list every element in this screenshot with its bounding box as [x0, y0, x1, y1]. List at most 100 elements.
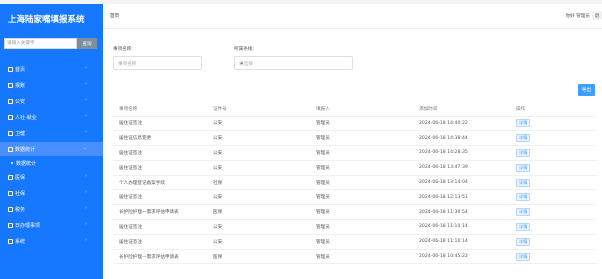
cell-time: 2024-06-18 13:14:04	[419, 175, 516, 191]
cell-user: 管理员	[316, 249, 419, 265]
cell-time: 2024-06-18 10:45:22	[419, 249, 516, 265]
cell-item-name: 居住证签注	[113, 189, 213, 206]
chevron-right-icon: ›	[85, 129, 87, 135]
cell-id: 公安	[213, 130, 316, 147]
sidebar-item-employment[interactable]: 人社-就业 ›	[0, 110, 103, 124]
people-icon	[8, 114, 13, 120]
sidebar-item-home[interactable]: 首页 ›	[0, 62, 103, 76]
chevron-right-icon: ›	[85, 113, 87, 119]
table-row: 居住证签注 公安 管理员 2024-06-18 14:28:35 详情	[113, 145, 597, 161]
name-filter-placeholder: 事项名称	[118, 62, 137, 67]
app-title: 上海陆家嘴填报系统	[8, 15, 85, 25]
sidebar-item-system[interactable]: 系统 ›	[0, 234, 103, 248]
table-row: 长护险护理—需求评估申请表 医保 管理员 2024-06-18 10:45:22 详情	[113, 249, 597, 265]
sidebar-item-daily[interactable]: 日办理事项 ›	[0, 218, 103, 232]
cell-user: 管理员	[316, 219, 419, 235]
table-row: 长护险护理—需求评估申请表 医保 管理员 2024-06-18 11:30:54 详情	[113, 204, 597, 221]
column-header: 填报人	[316, 103, 419, 117]
sidebar-item-health[interactable]: 卫健 ›	[0, 126, 103, 140]
top-header: 首页 你好 管理员 退	[103, 4, 602, 29]
cell-user: 管理员	[316, 130, 419, 147]
table-row: 居住证签注 公安 管理员 2024-06-18 11:10:14 详情	[113, 234, 597, 250]
logout-button[interactable]: 退	[592, 11, 602, 20]
sidebar-item-social[interactable]: 社保 ›	[0, 186, 103, 200]
cell-id: 公安	[213, 234, 316, 250]
detail-button[interactable]: 详情	[516, 178, 531, 187]
chevron-right-icon: ›	[85, 221, 87, 227]
cell-id: 公安	[213, 160, 316, 176]
records-table: 事项名称 证件号 填报人 添加时间 操作 居住证签注 公安 管理员 2024-06-1…	[113, 103, 597, 265]
cell-id: 公安	[213, 219, 316, 235]
detail-button[interactable]: 详情	[516, 222, 531, 231]
medical-icon	[8, 174, 13, 180]
sidebar-item-statistics[interactable]: 数据统计 ⌄	[0, 142, 103, 156]
dept-filter-select[interactable]: 请选择 ⌄	[234, 56, 353, 70]
home-icon	[8, 66, 13, 72]
cell-id: 公安	[213, 145, 316, 161]
column-header: 添加时间	[419, 103, 516, 117]
sidebar-item-report[interactable]: 报账 ›	[0, 78, 103, 92]
cell-user: 管理员	[316, 116, 419, 132]
sidebar-search-button[interactable]: 查询	[77, 38, 97, 49]
detail-button[interactable]: 详情	[516, 134, 531, 143]
cell-user: 管理员	[316, 204, 419, 221]
cell-id: 社保	[213, 175, 316, 191]
table-row: 个人办理登记备案手续 社保 管理员 2024-06-18 13:14:04 详情	[113, 175, 597, 191]
cell-item-name: 长护险护理—需求评估申请表	[113, 204, 213, 221]
table-row: 居住证签注 公安 管理员 2024-06-18 14:40:22 详情	[113, 116, 597, 132]
detail-button[interactable]: 详情	[516, 193, 531, 202]
chevron-right-icon: ›	[85, 189, 87, 195]
cell-item-name: 居住证信息变更	[113, 130, 213, 147]
column-header: 操作	[516, 103, 597, 117]
cell-item-name: 居住证签注	[113, 145, 213, 161]
detail-button[interactable]: 详情	[516, 208, 531, 217]
table-header-row: 事项名称 证件号 填报人 添加时间 操作	[113, 103, 597, 117]
cell-id: 医保	[213, 249, 316, 265]
file-icon	[8, 82, 13, 88]
cell-time: 2024-06-18 13:47:39	[419, 160, 516, 176]
cell-time: 2024-06-18 12:13:51	[419, 189, 516, 206]
cell-user: 管理员	[316, 145, 419, 161]
cell-time: 2024-06-18 11:30:54	[419, 204, 516, 221]
chevron-right-icon: ›	[85, 81, 87, 87]
detail-button[interactable]: 详情	[516, 163, 531, 172]
detail-button[interactable]: 详情	[516, 119, 531, 128]
column-header: 证件号	[213, 103, 316, 117]
table-row: 居住证信息变更 公安 管理员 2024-06-18 14:38:44 详情	[113, 130, 597, 147]
sidebar-search-placeholder: 请输入关键字	[7, 41, 35, 46]
detail-button[interactable]: 详情	[516, 148, 531, 157]
chevron-right-icon: ›	[85, 97, 87, 103]
detail-button[interactable]: 详情	[516, 252, 531, 261]
sidebar-search-input[interactable]: 请输入关键字	[4, 38, 77, 49]
table-row: 居住证签注 公安 管理员 2024-06-18 13:47:39 详情	[113, 160, 597, 176]
calendar-icon	[8, 222, 13, 228]
cell-item-name: 居住证签注	[113, 234, 213, 250]
dept-filter-label: 所属条线:	[234, 47, 254, 52]
cell-item-name: 居住证签注	[113, 116, 213, 132]
export-button[interactable]: 导出	[578, 84, 595, 96]
cell-id: 公安	[213, 189, 316, 206]
chevron-right-icon: ›	[85, 237, 87, 243]
cell-time: 2024-06-18 11:10:14	[419, 219, 516, 235]
user-greeting[interactable]: 你好 管理员	[566, 13, 590, 19]
sidebar-item-tax[interactable]: 税务 ›	[0, 202, 103, 216]
cell-user: 管理员	[316, 160, 419, 176]
cell-id: 医保	[213, 204, 316, 221]
sidebar-item-police[interactable]: 公安 ›	[0, 94, 103, 108]
cell-id: 公安	[213, 116, 316, 132]
cell-item-name: 长护险护理—需求评估申请表	[113, 249, 213, 265]
chevron-right-icon: ›	[85, 65, 87, 71]
social-icon	[8, 190, 13, 196]
sidebar: 上海陆家嘴填报系统 请输入关键字 查询 首页 › 报账 › 公安 › 人社-就业 › 卫…	[0, 4, 103, 279]
cell-item-name: 个人办理登记备案手续	[113, 175, 213, 191]
column-header: 事项名称	[113, 103, 213, 117]
cell-time: 2024-06-18 11:10:14	[419, 234, 516, 250]
sidebar-item-medical[interactable]: 医保 ›	[0, 170, 103, 184]
tax-icon	[8, 206, 13, 212]
breadcrumb[interactable]: 首页	[110, 13, 119, 19]
name-filter-input[interactable]: 事项名称	[113, 56, 202, 70]
cell-user: 管理员	[316, 189, 419, 206]
detail-button[interactable]: 详情	[516, 237, 531, 246]
sidebar-subitem-statistics[interactable]: 数据统计	[0, 157, 103, 169]
chevron-right-icon: ›	[85, 205, 87, 211]
